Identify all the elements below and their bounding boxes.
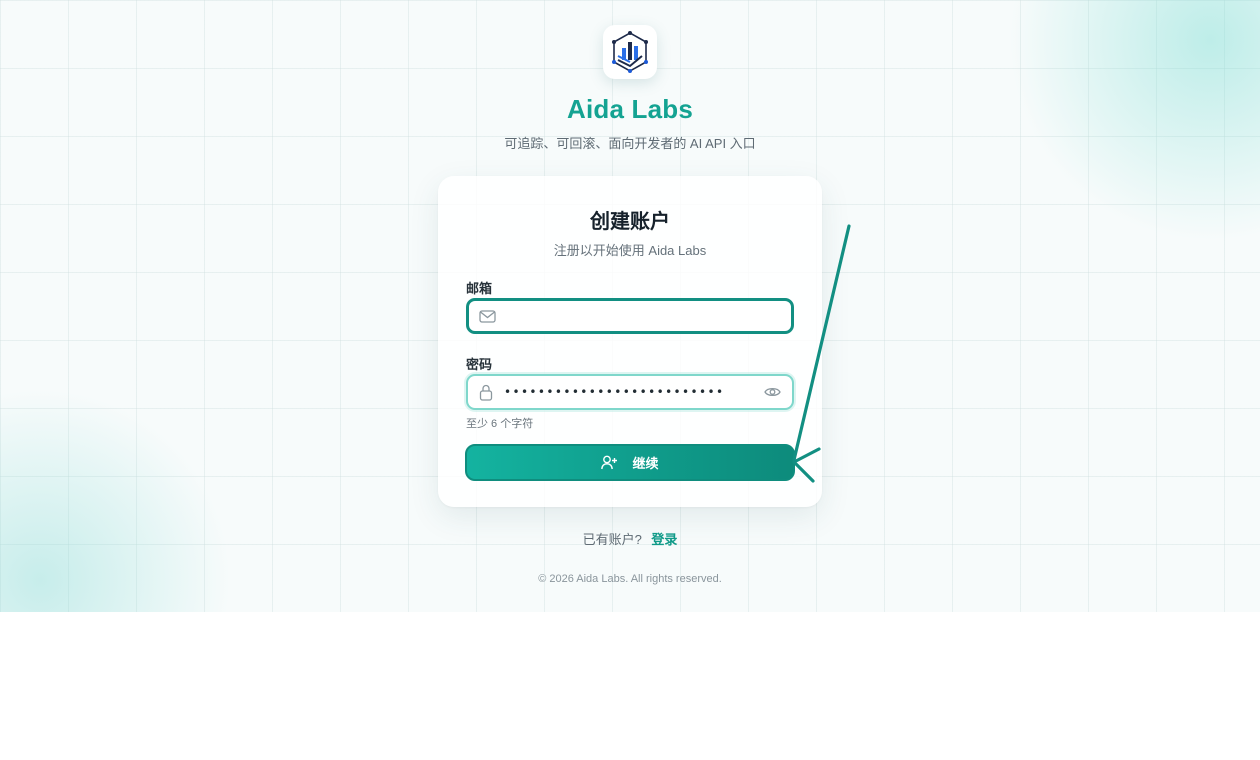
aida-labs-logo-icon — [612, 31, 648, 73]
signin-link[interactable]: 登录 — [651, 532, 677, 547]
continue-button[interactable]: 继续 — [465, 444, 795, 481]
email-label: 邮箱 — [466, 281, 493, 296]
user-plus-icon — [601, 455, 618, 470]
signup-card: 创建账户 注册以开始使用 Aida Labs 邮箱 密码 •••••••••••… — [438, 176, 822, 507]
brand-tagline: 可追踪、可回滚、面向开发者的 AI API 入口 — [504, 136, 756, 151]
footer-copyright: © 2026 Aida Labs. All rights reserved. — [538, 573, 722, 585]
password-label: 密码 — [466, 357, 493, 372]
email-input[interactable] — [505, 301, 791, 331]
password-field[interactable]: •••••••••••••••••••••••••• — [466, 374, 794, 410]
password-hint: 至少 6 个字符 — [466, 418, 534, 430]
lock-icon — [468, 376, 504, 408]
continue-button-label: 继续 — [632, 456, 659, 471]
password-input[interactable]: •••••••••••••••••••••••••• — [504, 385, 752, 399]
signin-row: 已有账户? 登录 — [0, 529, 1260, 548]
card-subtitle: 注册以开始使用 Aida Labs — [553, 243, 707, 258]
eye-icon[interactable] — [752, 376, 792, 408]
email-field[interactable] — [466, 298, 794, 334]
brand-title: Aida Labs — [566, 94, 694, 124]
brand-logo — [603, 25, 657, 79]
mail-icon — [469, 301, 505, 331]
signin-prompt: 已有账户? — [582, 532, 642, 547]
card-title: 创建账户 — [590, 211, 670, 233]
